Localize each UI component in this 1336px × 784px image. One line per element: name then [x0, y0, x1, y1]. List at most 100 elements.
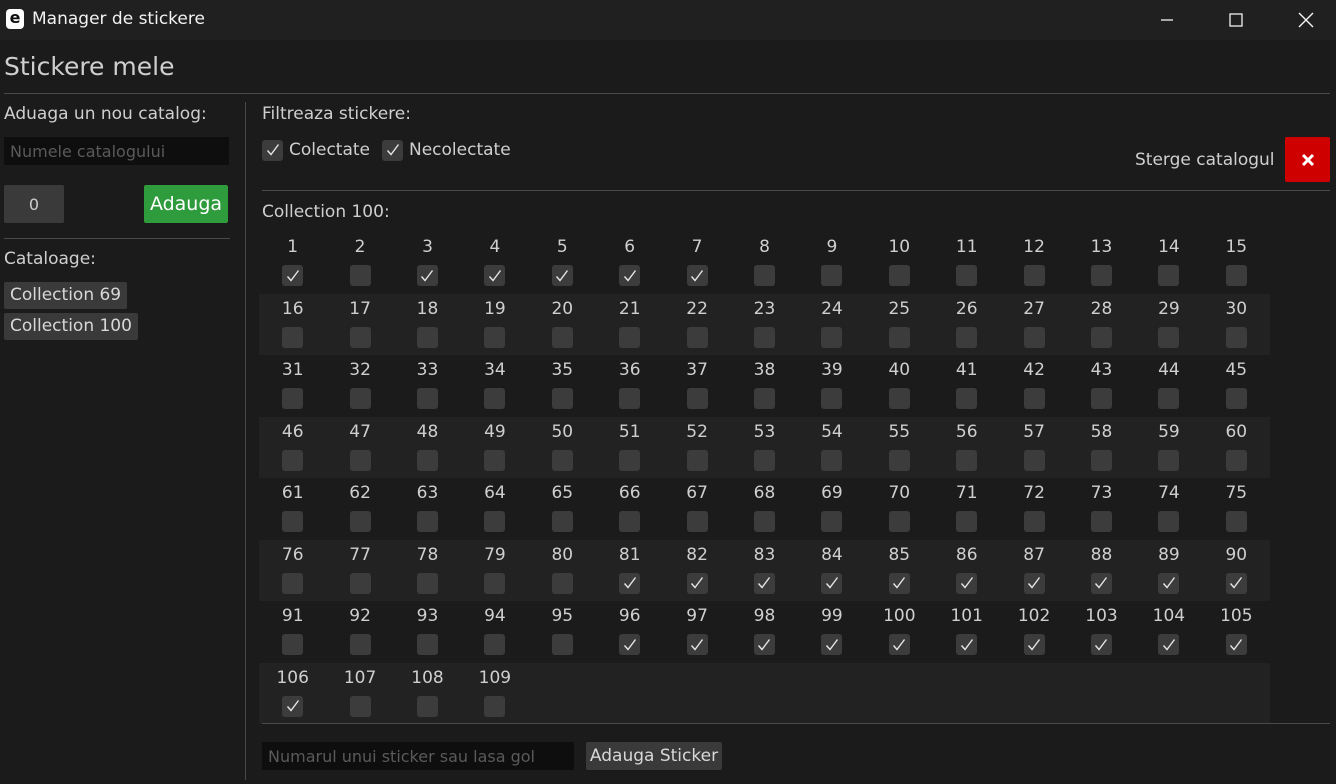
sticker-checkbox[interactable] [888, 265, 910, 286]
sticker-checkbox[interactable] [1225, 511, 1247, 532]
sticker-checkbox[interactable] [349, 572, 371, 594]
sticker-checkbox[interactable] [821, 511, 843, 532]
sticker-checkbox[interactable] [753, 326, 775, 348]
sticker-checkbox[interactable] [1225, 326, 1247, 348]
sticker-checkbox[interactable] [821, 388, 843, 409]
sticker-checkbox[interactable] [686, 511, 708, 532]
minimize-button[interactable] [1132, 0, 1202, 40]
sticker-checkbox[interactable] [686, 326, 708, 348]
sticker-checkbox[interactable] [1090, 388, 1112, 409]
sticker-checkbox[interactable] [1090, 326, 1112, 348]
sticker-checkbox[interactable] [1225, 265, 1247, 286]
sticker-checkbox[interactable] [1225, 388, 1247, 409]
filter-uncollected-checkbox[interactable]: Necolectate [382, 139, 511, 161]
sticker-checkbox[interactable] [1023, 511, 1045, 532]
sticker-checkbox[interactable] [1158, 634, 1180, 655]
sticker-checkbox[interactable] [956, 326, 978, 348]
sticker-checkbox[interactable] [1158, 511, 1180, 532]
sticker-checkbox[interactable] [821, 449, 843, 471]
sticker-checkbox[interactable] [416, 572, 438, 594]
catalog-name-input[interactable] [4, 137, 229, 165]
count-field[interactable]: 0 [4, 185, 64, 223]
sticker-checkbox[interactable] [1090, 449, 1112, 471]
sticker-checkbox[interactable] [1023, 572, 1045, 594]
sticker-checkbox[interactable] [484, 511, 506, 532]
sticker-checkbox[interactable] [686, 634, 708, 655]
sticker-checkbox[interactable] [1225, 634, 1247, 655]
sticker-checkbox[interactable] [551, 388, 573, 409]
sticker-checkbox[interactable] [686, 572, 708, 594]
sticker-checkbox[interactable] [282, 695, 304, 717]
sticker-checkbox[interactable] [619, 265, 641, 286]
sticker-checkbox[interactable] [619, 511, 641, 532]
sticker-checkbox[interactable] [282, 449, 304, 471]
sticker-checkbox[interactable] [551, 572, 573, 594]
sticker-checkbox[interactable] [686, 449, 708, 471]
sticker-checkbox[interactable] [686, 388, 708, 409]
sticker-checkbox[interactable] [484, 572, 506, 594]
sticker-checkbox[interactable] [416, 634, 438, 655]
sticker-checkbox[interactable] [349, 265, 371, 286]
sticker-checkbox[interactable] [888, 511, 910, 532]
sticker-checkbox[interactable] [619, 326, 641, 348]
sticker-checkbox[interactable] [1090, 511, 1112, 532]
sticker-checkbox[interactable] [686, 265, 708, 286]
sticker-checkbox[interactable] [1090, 572, 1112, 594]
sticker-checkbox[interactable] [753, 511, 775, 532]
sticker-checkbox[interactable] [484, 265, 506, 286]
sticker-checkbox[interactable] [416, 326, 438, 348]
sticker-checkbox[interactable] [349, 326, 371, 348]
sticker-checkbox[interactable] [484, 388, 506, 409]
sticker-checkbox[interactable] [619, 634, 641, 655]
sticker-checkbox[interactable] [888, 388, 910, 409]
sticker-checkbox[interactable] [1023, 449, 1045, 471]
sticker-checkbox[interactable] [416, 511, 438, 532]
maximize-button[interactable] [1201, 0, 1271, 40]
sticker-checkbox[interactable] [753, 388, 775, 409]
sticker-checkbox[interactable] [753, 265, 775, 286]
sticker-checkbox[interactable] [821, 572, 843, 594]
sticker-checkbox[interactable] [282, 634, 304, 655]
sticker-checkbox[interactable] [349, 449, 371, 471]
sticker-checkbox[interactable] [282, 511, 304, 532]
add-catalog-button[interactable]: Adauga [144, 185, 228, 223]
sticker-checkbox[interactable] [1158, 449, 1180, 471]
sticker-checkbox[interactable] [1225, 449, 1247, 471]
sticker-checkbox[interactable] [484, 695, 506, 717]
add-sticker-button[interactable]: Adauga Sticker [586, 742, 722, 770]
sticker-checkbox[interactable] [349, 388, 371, 409]
sticker-checkbox[interactable] [1158, 388, 1180, 409]
sticker-checkbox[interactable] [1023, 265, 1045, 286]
catalog-item-collection-69[interactable]: Collection 69 [4, 282, 128, 309]
sticker-checkbox[interactable] [619, 449, 641, 471]
sticker-checkbox[interactable] [956, 388, 978, 409]
sticker-checkbox[interactable] [1158, 572, 1180, 594]
sticker-checkbox[interactable] [349, 511, 371, 532]
sticker-checkbox[interactable] [282, 388, 304, 409]
sticker-checkbox[interactable] [619, 572, 641, 594]
sticker-checkbox[interactable] [888, 326, 910, 348]
sticker-checkbox[interactable] [753, 449, 775, 471]
sticker-checkbox[interactable] [1158, 265, 1180, 286]
catalog-item-collection-100[interactable]: Collection 100 [4, 313, 138, 340]
sticker-checkbox[interactable] [349, 634, 371, 655]
sticker-checkbox[interactable] [956, 449, 978, 471]
sticker-checkbox[interactable] [551, 634, 573, 655]
sticker-checkbox[interactable] [1023, 388, 1045, 409]
close-window-button[interactable] [1271, 0, 1336, 40]
delete-catalog-button[interactable] [1285, 137, 1330, 182]
sticker-checkbox[interactable] [416, 449, 438, 471]
sticker-checkbox[interactable] [821, 634, 843, 655]
sticker-checkbox[interactable] [484, 326, 506, 348]
sticker-checkbox[interactable] [1225, 572, 1247, 594]
sticker-checkbox[interactable] [956, 265, 978, 286]
sticker-checkbox[interactable] [753, 634, 775, 655]
sticker-checkbox[interactable] [1090, 265, 1112, 286]
sticker-checkbox[interactable] [416, 695, 438, 717]
sticker-checkbox[interactable] [484, 634, 506, 655]
sticker-checkbox[interactable] [821, 326, 843, 348]
sticker-checkbox[interactable] [1023, 326, 1045, 348]
sticker-checkbox[interactable] [888, 449, 910, 471]
sticker-number-input[interactable] [262, 742, 574, 770]
sticker-checkbox[interactable] [956, 634, 978, 655]
